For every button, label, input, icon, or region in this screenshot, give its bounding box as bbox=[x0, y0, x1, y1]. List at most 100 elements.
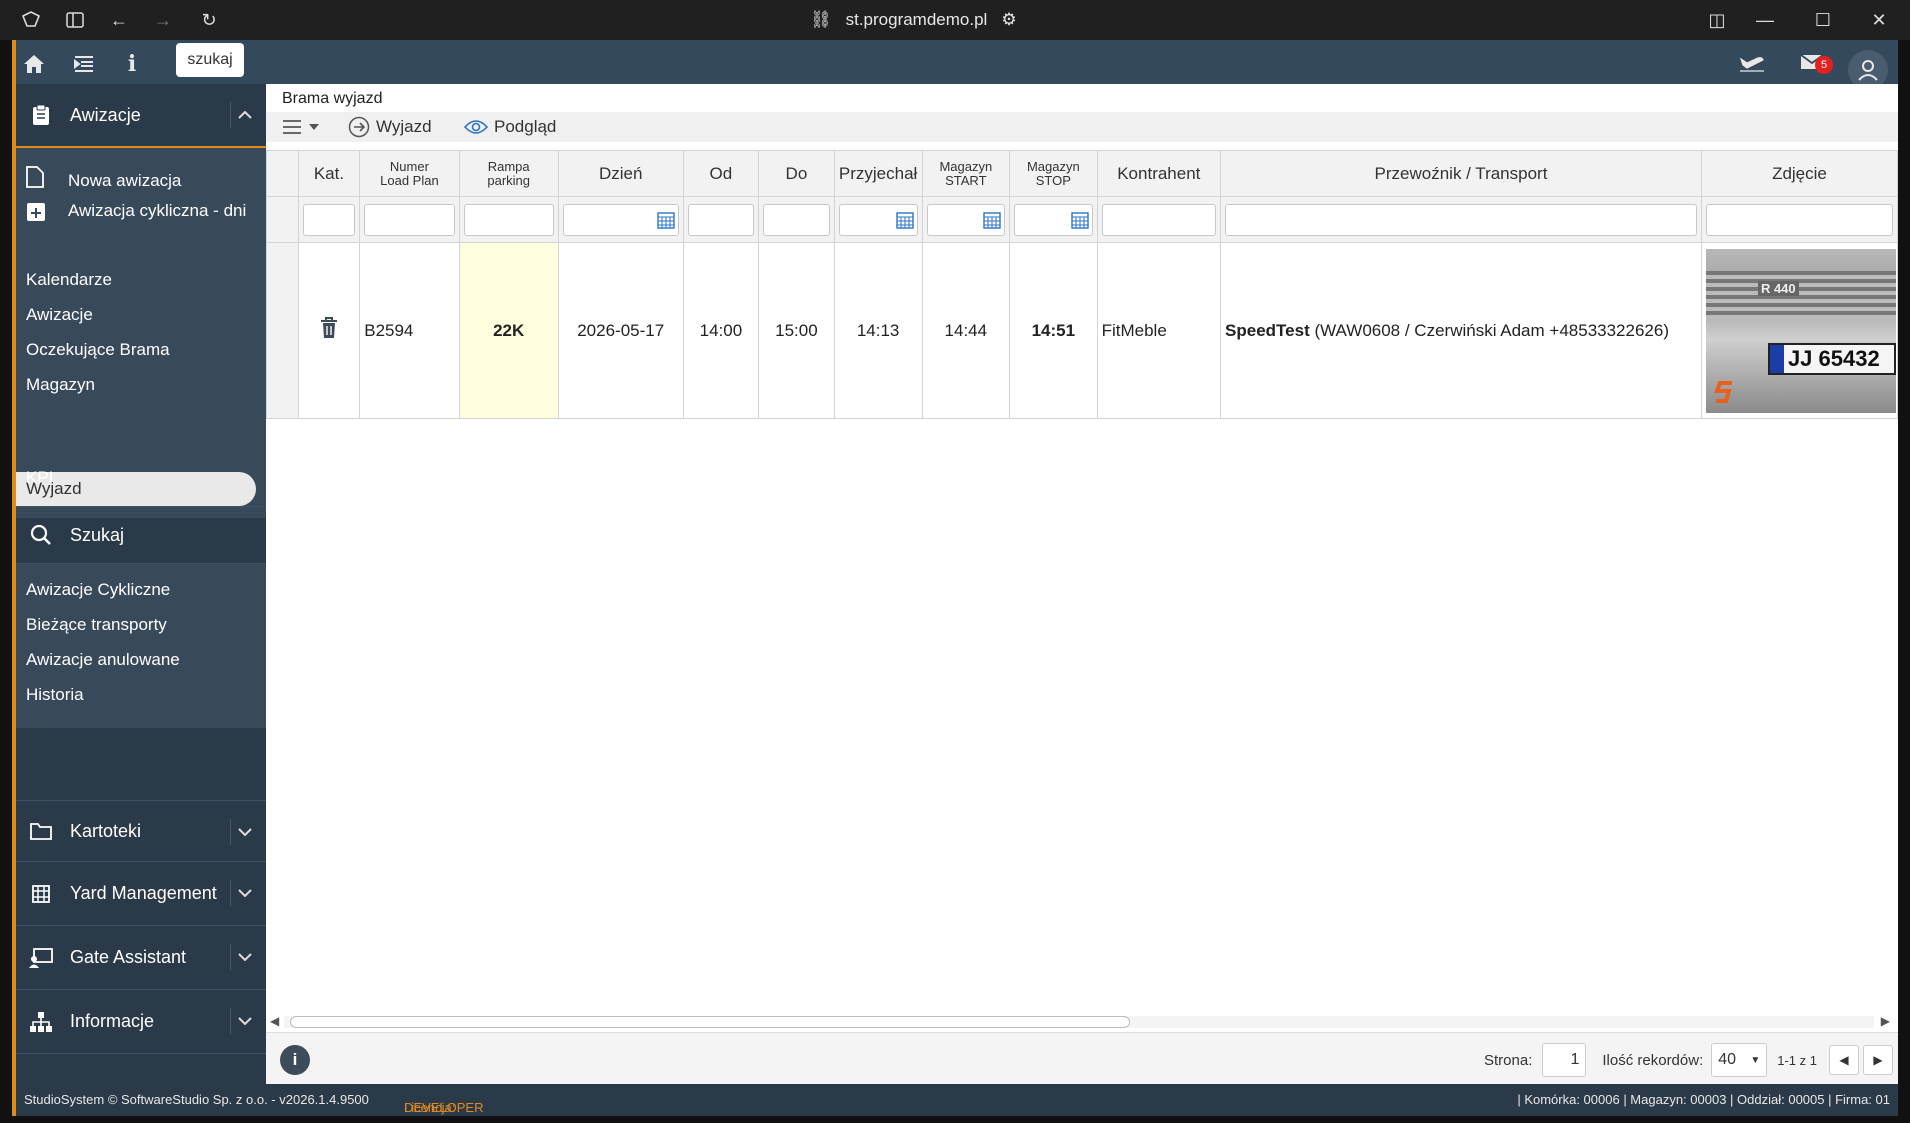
column-header-przyjechal[interactable]: Przyjechał bbox=[833, 150, 923, 197]
chevron-up-icon[interactable] bbox=[230, 102, 258, 128]
site-settings-icon[interactable]: ⚙ bbox=[1001, 10, 1016, 30]
back-icon[interactable]: ← bbox=[106, 8, 132, 32]
filter-cell bbox=[359, 196, 460, 243]
filter-kat-input[interactable] bbox=[302, 203, 356, 236]
sidebar-item-kalendarze[interactable]: Kalendarze bbox=[26, 270, 112, 290]
column-header-kat[interactable]: Kat. bbox=[297, 150, 361, 197]
sidebar-section-gate-assistant[interactable]: Gate Assistant bbox=[16, 926, 266, 990]
column-header-numer[interactable]: Numer Load Plan bbox=[359, 150, 460, 197]
plane-icon[interactable] bbox=[1738, 51, 1766, 77]
podglad-label: Podgląd bbox=[494, 117, 557, 136]
sidebar-item-kpi[interactable]: KPI bbox=[26, 468, 53, 488]
calendar-icon[interactable] bbox=[656, 211, 675, 229]
chevron-down-icon[interactable] bbox=[230, 819, 258, 845]
forward-icon[interactable]: → bbox=[150, 8, 176, 32]
toolbar: Wyjazd Podgląd bbox=[266, 112, 1898, 142]
header-line: STOP bbox=[1035, 172, 1071, 188]
filter-do-input[interactable] bbox=[763, 203, 830, 236]
cell-zdjecie: R 440 JJ 65432 bbox=[1700, 242, 1898, 419]
sidebar-toggle-icon[interactable] bbox=[62, 8, 88, 32]
filter-przyjechal-input[interactable] bbox=[838, 203, 918, 236]
filter-numer-input[interactable] bbox=[364, 203, 455, 236]
sidebar-item-oczekujace-brama[interactable]: Oczekujące Brama bbox=[26, 340, 170, 360]
truck-grille bbox=[1705, 270, 1896, 319]
sidebar-item-nowa-awizacja[interactable]: Nowa awizacja bbox=[68, 170, 181, 191]
sidebar-section-label: Kartoteki bbox=[70, 820, 142, 841]
carrier-detail: (WAW0608 / Czerwiński Adam +48533322626) bbox=[1314, 320, 1669, 340]
menu-dropdown-button[interactable] bbox=[282, 114, 320, 140]
browser-logo-icon[interactable] bbox=[18, 8, 44, 32]
cell-kontrahent: FitMeble bbox=[1096, 242, 1222, 419]
records-per-page-select[interactable]: 40 ▼ bbox=[1711, 1043, 1768, 1077]
sidebar-item-biezace-transporty[interactable]: Bieżące transporty bbox=[26, 615, 167, 635]
split-view-icon[interactable]: ◫ bbox=[1704, 8, 1730, 32]
menu-collapse-icon[interactable] bbox=[70, 51, 98, 77]
chevron-down-icon[interactable] bbox=[230, 880, 258, 906]
sidebar-item-awizacje[interactable]: Awizacje bbox=[26, 305, 93, 325]
truck-model-label: R 440 bbox=[1757, 280, 1799, 296]
sidebar-section-yard-management[interactable]: Yard Management bbox=[16, 862, 266, 926]
minimize-icon[interactable]: — bbox=[1752, 8, 1778, 32]
close-icon[interactable]: ✕ bbox=[1866, 8, 1892, 32]
scroll-left-icon[interactable]: ◀ bbox=[270, 1014, 279, 1028]
filter-magazyn-stop-input[interactable] bbox=[1014, 203, 1093, 236]
search-button[interactable]: szukaj bbox=[176, 43, 244, 77]
filter-dzien-input[interactable] bbox=[562, 203, 679, 236]
browser-bar: ← → ↻ ⛓ st.programdemo.pl ⚙ ◫ — ☐ ✕ bbox=[0, 0, 1910, 40]
column-header-przewoznik[interactable]: Przewoźnik / Transport bbox=[1220, 150, 1702, 197]
address-bar[interactable]: ⛓ st.programdemo.pl ⚙ bbox=[810, 8, 1017, 32]
sidebar-item-awizacje-anulowane[interactable]: Awizacje anulowane bbox=[26, 650, 180, 670]
sidebar-item-awizacje-cykliczne[interactable]: Awizacje Cykliczne bbox=[26, 580, 170, 600]
row-handle[interactable] bbox=[266, 242, 299, 419]
trash-icon[interactable] bbox=[320, 317, 338, 343]
filter-magazyn-start-input[interactable] bbox=[926, 203, 1006, 236]
maximize-icon[interactable]: ☐ bbox=[1810, 8, 1836, 32]
column-header-magazyn-start[interactable]: Magazyn START bbox=[921, 150, 1011, 197]
sidebar-item-magazyn[interactable]: Magazyn bbox=[26, 375, 95, 395]
filter-cell bbox=[458, 196, 559, 243]
filter-od-input[interactable] bbox=[687, 203, 755, 236]
next-page-button[interactable]: ▶ bbox=[1863, 1045, 1893, 1075]
calendar-icon[interactable] bbox=[1070, 211, 1089, 229]
chevron-down-icon[interactable] bbox=[230, 944, 258, 970]
scroll-thumb[interactable] bbox=[290, 1016, 1130, 1028]
column-header-dzien[interactable]: Dzień bbox=[557, 150, 684, 197]
column-header-magazyn-stop[interactable]: Magazyn STOP bbox=[1009, 150, 1098, 197]
cell-do: 15:00 bbox=[758, 242, 835, 419]
info-button[interactable]: i bbox=[280, 1045, 310, 1075]
info-icon[interactable]: i bbox=[118, 51, 146, 77]
horizontal-scrollbar[interactable]: ◀ ▶ bbox=[270, 1014, 1890, 1030]
sidebar-szukaj-group: Awizacje Cykliczne Bieżące transporty Aw… bbox=[16, 564, 266, 728]
home-icon[interactable] bbox=[20, 51, 48, 77]
wyjazd-button[interactable]: Wyjazd bbox=[348, 114, 432, 140]
filter-zdjecie-input[interactable] bbox=[1705, 203, 1893, 236]
reload-icon[interactable]: ↻ bbox=[196, 8, 222, 32]
chevron-down-icon[interactable] bbox=[230, 1008, 258, 1034]
sidebar-section-kartoteki[interactable]: Kartoteki bbox=[16, 800, 266, 862]
page-input[interactable]: 1 bbox=[1542, 1043, 1587, 1077]
filter-rampa-input[interactable] bbox=[463, 203, 554, 236]
sidebar-section-awizacje[interactable]: Awizacje bbox=[16, 84, 266, 148]
calendar-icon[interactable] bbox=[983, 211, 1001, 229]
sidebar-section-informacje[interactable]: Informacje bbox=[16, 990, 266, 1054]
filter-cell bbox=[1009, 196, 1098, 243]
sidebar-section-label: Awizacje bbox=[70, 104, 141, 125]
column-header-zdjecie[interactable]: Zdjęcie bbox=[1700, 150, 1898, 197]
column-header-rampa[interactable]: Rampa parking bbox=[458, 150, 559, 197]
table-row[interactable]: B2594 22K 2026-05-17 14:00 15:00 14:13 1… bbox=[266, 242, 1898, 419]
column-header-do[interactable]: Do bbox=[758, 150, 835, 197]
sidebar-section-label: Yard Management bbox=[70, 883, 217, 903]
calendar-icon[interactable] bbox=[895, 211, 914, 229]
column-header-od[interactable]: Od bbox=[682, 150, 760, 197]
scroll-right-icon[interactable]: ▶ bbox=[1881, 1014, 1890, 1028]
filter-kontrahent-input[interactable] bbox=[1101, 203, 1217, 236]
filter-przewoznik-input[interactable] bbox=[1225, 203, 1697, 236]
sidebar-item-awizacja-cykliczna[interactable]: Awizacja cykliczna - dni bbox=[68, 200, 248, 221]
page-label: Strona: bbox=[1484, 1051, 1533, 1069]
truck-photo[interactable]: R 440 JJ 65432 bbox=[1705, 248, 1896, 413]
sidebar-item-historia[interactable]: Historia bbox=[26, 685, 84, 705]
prev-page-button[interactable]: ◀ bbox=[1829, 1045, 1859, 1075]
column-header-kontrahent[interactable]: Kontrahent bbox=[1096, 150, 1222, 197]
sidebar-section-szukaj[interactable]: Szukaj bbox=[16, 506, 266, 564]
podglad-button[interactable]: Podgląd bbox=[464, 114, 556, 140]
